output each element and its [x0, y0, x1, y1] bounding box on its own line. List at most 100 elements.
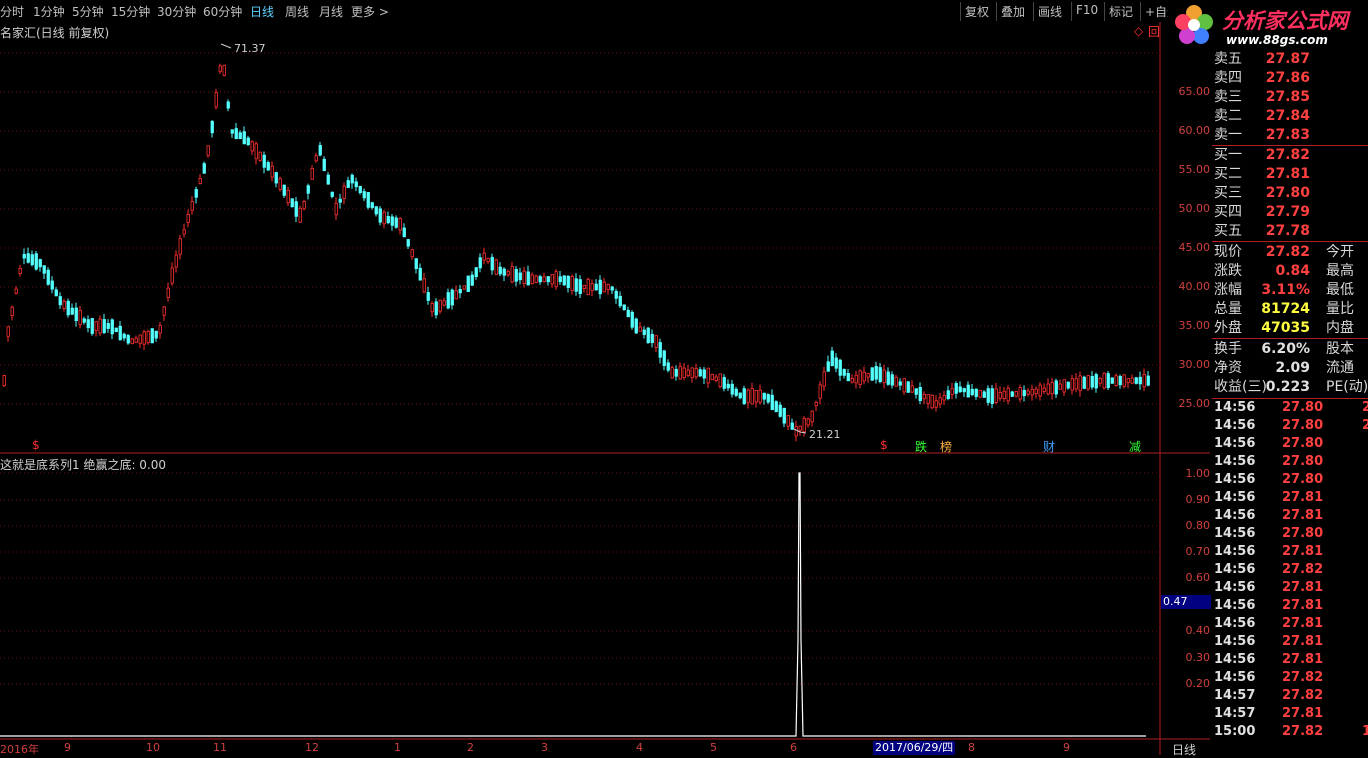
- event-marker-dividend[interactable]: $: [880, 438, 888, 452]
- candle-body: [914, 388, 918, 395]
- event-marker-reduce[interactable]: 减: [1129, 438, 1141, 455]
- stat-label: 内盘: [1326, 320, 1354, 336]
- candle-body: [58, 296, 62, 306]
- candle-body: [610, 286, 614, 291]
- candle-body: [294, 201, 298, 217]
- candle-body: [642, 329, 646, 335]
- candle-body: [382, 211, 386, 225]
- stat-label: 今开: [1326, 244, 1354, 260]
- indicator-tick: 0.80: [1185, 519, 1211, 532]
- candle-body: [134, 337, 138, 343]
- candle-body: [866, 373, 870, 378]
- candle-body: [566, 275, 570, 288]
- tick-time: 14:56: [1214, 580, 1256, 595]
- candle-body: [818, 384, 822, 399]
- tick-row: 14:56 27.80: [1214, 525, 1368, 543]
- tick-price: 27.82: [1282, 724, 1324, 739]
- candle-body: [222, 64, 226, 76]
- price-tick: 60.00: [1178, 124, 1211, 137]
- candle-body: [414, 258, 418, 269]
- candle-body: [562, 275, 566, 286]
- candle-body: [1070, 378, 1074, 391]
- candle-body: [674, 368, 678, 377]
- stat-label: PE(动): [1326, 379, 1368, 395]
- event-marker-list[interactable]: 榜: [940, 438, 952, 455]
- candle-body: [34, 253, 38, 270]
- stat-row-volume: 总量 81724 量比: [1214, 300, 1368, 319]
- event-marker-dividend[interactable]: $: [32, 438, 40, 452]
- stat-label: 总量: [1214, 301, 1242, 317]
- candle-body: [318, 145, 322, 156]
- candle-body: [246, 137, 250, 145]
- candle-body: [970, 388, 974, 396]
- kline-chart[interactable]: 71.37 21.21: [0, 0, 1210, 755]
- tick-time: 14:56: [1214, 472, 1256, 487]
- candle-body: [846, 373, 850, 382]
- candle-body: [942, 395, 946, 401]
- candle-body: [1138, 376, 1142, 385]
- price-tick: 30.00: [1178, 358, 1211, 371]
- candle-body: [234, 128, 238, 140]
- candle-body: [418, 267, 422, 281]
- candle-body: [606, 284, 610, 290]
- tick-row: 14:56 27.81: [1214, 615, 1368, 633]
- candle-body: [478, 257, 482, 269]
- tick-time: 14:56: [1214, 400, 1256, 415]
- candle-body: [678, 366, 682, 380]
- candle-body: [154, 330, 158, 339]
- divider: [1212, 338, 1368, 339]
- stat-label: 流通: [1326, 360, 1354, 376]
- event-marker-finance[interactable]: 财: [1043, 438, 1055, 455]
- candle-body: [314, 155, 318, 162]
- candle-body: [394, 217, 398, 228]
- candle-body: [1066, 381, 1070, 389]
- x-axis-label: 10: [146, 741, 160, 754]
- sell-label: 卖一: [1214, 127, 1242, 143]
- buy-level-2: 买二 27.81: [1214, 165, 1368, 184]
- candle-body: [486, 258, 490, 263]
- tick-row: 14:57 27.81: [1214, 705, 1368, 723]
- candle-body: [638, 326, 642, 332]
- candle-body: [22, 253, 26, 259]
- candle-body: [634, 318, 638, 334]
- x-axis-label: 3: [541, 741, 548, 754]
- candle-body: [110, 319, 114, 335]
- candle-body: [918, 387, 922, 402]
- divider: [1212, 241, 1368, 242]
- candle-body: [402, 227, 406, 238]
- candle-body: [514, 268, 518, 282]
- period-label[interactable]: 日线: [1172, 741, 1196, 758]
- stat-label: 外盘: [1214, 320, 1242, 336]
- candle-body: [250, 141, 254, 152]
- candle-body: [278, 178, 282, 190]
- candle-body: [1074, 378, 1078, 390]
- indicator-line: [0, 472, 1146, 737]
- indicator-axis: 1.00 0.90 0.80 0.70 0.60 0.40 0.30 0.20 …: [1160, 455, 1211, 740]
- stat-label: 涨跌: [1214, 263, 1242, 279]
- candle-body: [926, 394, 930, 404]
- buy-label: 买三: [1214, 185, 1242, 201]
- candle-body: [150, 328, 154, 344]
- event-marker-fall[interactable]: 跌: [915, 438, 927, 455]
- tick-price: 27.80: [1282, 472, 1324, 487]
- candle-body: [258, 151, 262, 161]
- candle-body: [1126, 378, 1130, 384]
- tick-time: 14:56: [1214, 454, 1256, 469]
- candle-body: [510, 266, 514, 283]
- candle-body: [738, 392, 742, 399]
- candle-body: [98, 318, 102, 334]
- tick-volume: 2: [1362, 418, 1368, 433]
- candle-body: [78, 310, 82, 325]
- candle-body: [542, 276, 546, 282]
- candle-body: [902, 378, 906, 393]
- x-axis-label: 12: [305, 741, 319, 754]
- buy-price: 27.79: [1265, 204, 1310, 220]
- candle-body: [494, 259, 498, 275]
- tick-price: 27.81: [1282, 634, 1324, 649]
- price-tick: 35.00: [1178, 319, 1211, 332]
- tick-row: 14:56 27.81: [1214, 597, 1368, 615]
- tick-time: 14:57: [1214, 688, 1256, 703]
- candle-body: [118, 325, 122, 341]
- sell-price: 27.85: [1265, 89, 1310, 105]
- candle-body: [378, 208, 382, 223]
